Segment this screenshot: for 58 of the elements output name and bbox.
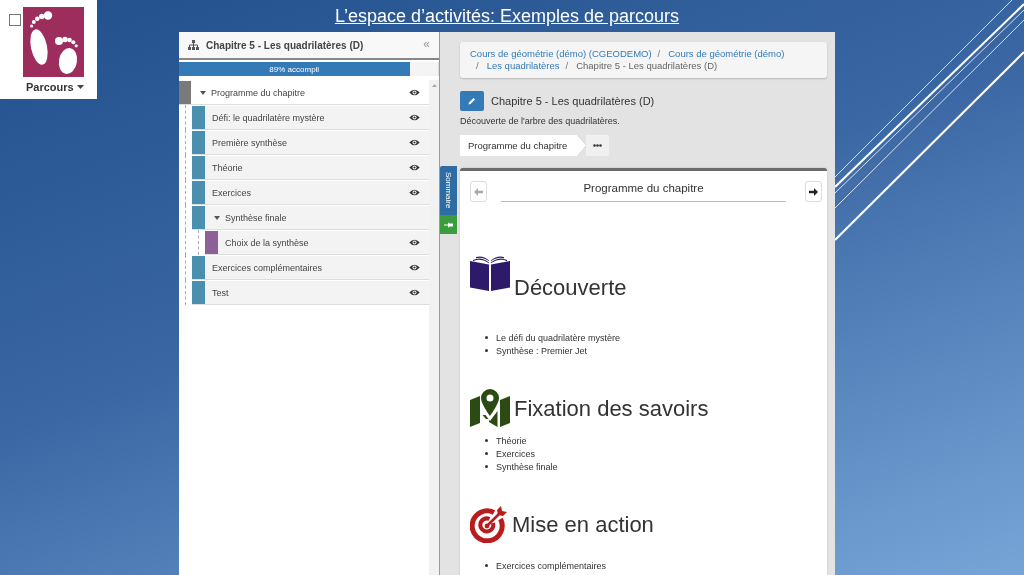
section-heading: Fixation des savoirs — [514, 394, 709, 422]
breadcrumb-link[interactable]: Cours de géométrie (démo) (CGEODEMO) — [470, 48, 652, 60]
content-title: Programme du chapitre — [501, 181, 786, 202]
tree-item[interactable]: Programme du chapitre — [179, 80, 429, 105]
chapter-title: Chapitre 5 - Les quadrilatères (D) — [491, 95, 655, 107]
page-title[interactable]: L’espace d’activités: Exemples de parcours — [334, 5, 680, 27]
caret-icon — [76, 85, 84, 89]
target-icon — [470, 505, 508, 543]
tree-item[interactable]: Synthèse finale — [192, 205, 429, 230]
bullet-icon — [485, 452, 488, 455]
list-item-text: Théorie — [496, 435, 527, 446]
list-item-text: Exercices complémentaires — [496, 560, 607, 571]
list-item-text: Le défi du quadrilatère mystère — [496, 332, 621, 343]
edit-button[interactable] — [460, 91, 484, 111]
list-item-text: Synthèse finale — [496, 461, 558, 472]
list-item-text: Synthèse : Premier Jet — [496, 345, 588, 356]
checkbox[interactable] — [9, 14, 21, 26]
arrow-right-icon — [809, 187, 818, 196]
step-tab[interactable]: Programme du chapitre — [460, 135, 587, 156]
tree-item[interactable]: Exercices — [192, 180, 429, 205]
current-page-text: Chapitre 5 - Les quadrilatères (D) — [576, 60, 718, 72]
breadcrumb-separator: / — [657, 48, 661, 60]
chapter-description: Découverte de l'arbre des quadrilatères. — [460, 115, 621, 127]
breadcrumb-separator: / — [476, 60, 479, 72]
breadcrumb-link[interactable]: Cours de géométrie (démo) — [668, 48, 785, 60]
footprints-icon — [23, 7, 84, 77]
tree-item[interactable]: Choix de la synthèse — [205, 230, 429, 255]
breadcrumb-link[interactable]: Les quadrilatères — [486, 60, 560, 72]
progress-label: 89% accompli — [269, 64, 320, 74]
bullet-icon — [485, 439, 488, 442]
pin-button[interactable] — [440, 215, 457, 234]
summary-tab[interactable]: Sommaire — [440, 166, 457, 215]
tree-item[interactable]: Théorie — [192, 155, 429, 180]
map-pin-icon — [470, 389, 510, 427]
section-heading: Découverte — [514, 274, 627, 301]
more-button[interactable] — [586, 135, 610, 156]
breadcrumb-separator: / — [565, 60, 569, 72]
more-icon — [593, 144, 603, 147]
next-button[interactable] — [805, 181, 822, 202]
sidebar-title: Chapitre 5 - Les quadrilatères (D) — [206, 39, 365, 51]
pin-icon — [444, 221, 453, 228]
book-icon — [470, 255, 510, 291]
bullet-icon — [485, 336, 488, 339]
bullet-icon — [485, 564, 488, 567]
tree-item[interactable]: Première synthèse — [192, 130, 429, 155]
menu-button[interactable]: Parcours — [26, 81, 84, 93]
bullet-icon — [485, 349, 488, 352]
bullet-icon — [485, 465, 488, 468]
sitemap-icon — [188, 40, 199, 50]
section-heading: Mise en action — [512, 510, 654, 538]
list-item-text: Exercices — [496, 448, 535, 459]
arrow-left-icon — [474, 187, 483, 196]
scrollbar[interactable] — [429, 80, 439, 575]
tree-item[interactable]: Défi: le quadrilatère mystère — [192, 105, 429, 130]
tree-item[interactable]: Exercices complémentaires — [192, 255, 429, 280]
scroll-up-icon[interactable] — [431, 84, 437, 87]
tree-item[interactable]: Test — [192, 280, 429, 305]
pencil-icon — [468, 97, 476, 105]
